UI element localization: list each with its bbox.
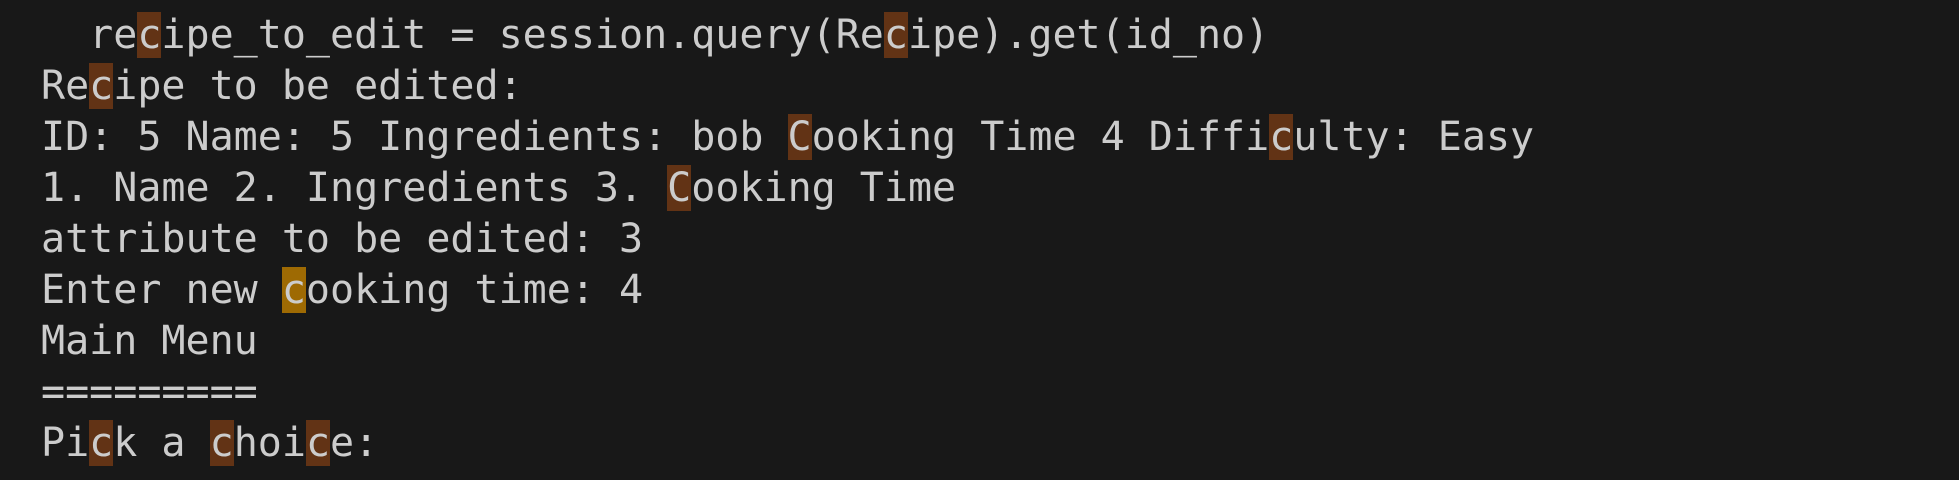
terminal-line: recipe_to_edit = session.query(Recipe).g… — [41, 12, 1270, 58]
search-match-active: c — [281, 267, 306, 313]
search-match: C — [787, 114, 812, 160]
terminal-line: ========= — [41, 369, 258, 415]
terminal-line: Recipe to be edited: — [41, 63, 523, 109]
terminal-line: attribute to be edited: 3 — [41, 216, 644, 262]
search-match: c — [305, 420, 331, 466]
terminal-line: Main Menu — [41, 318, 258, 364]
search-match: c — [89, 63, 114, 109]
terminal-line: Pick a choice: — [41, 420, 379, 466]
terminal-line: ID: 5 Name: 5 Ingredients: bob Cooking T… — [41, 114, 1535, 160]
terminal-line: 1. Name 2. Ingredients 3. Cooking Time — [41, 165, 957, 211]
search-match: c — [1269, 114, 1294, 160]
terminal-panel[interactable]: recipe_to_edit = session.query(Recipe).g… — [0, 0, 1959, 480]
search-match: c — [883, 12, 908, 58]
terminal-line: Enter new cooking time: 4 — [41, 267, 644, 313]
search-match: c — [137, 12, 162, 58]
search-match: c — [89, 420, 114, 466]
search-match: c — [209, 420, 234, 466]
search-match: C — [667, 165, 692, 211]
